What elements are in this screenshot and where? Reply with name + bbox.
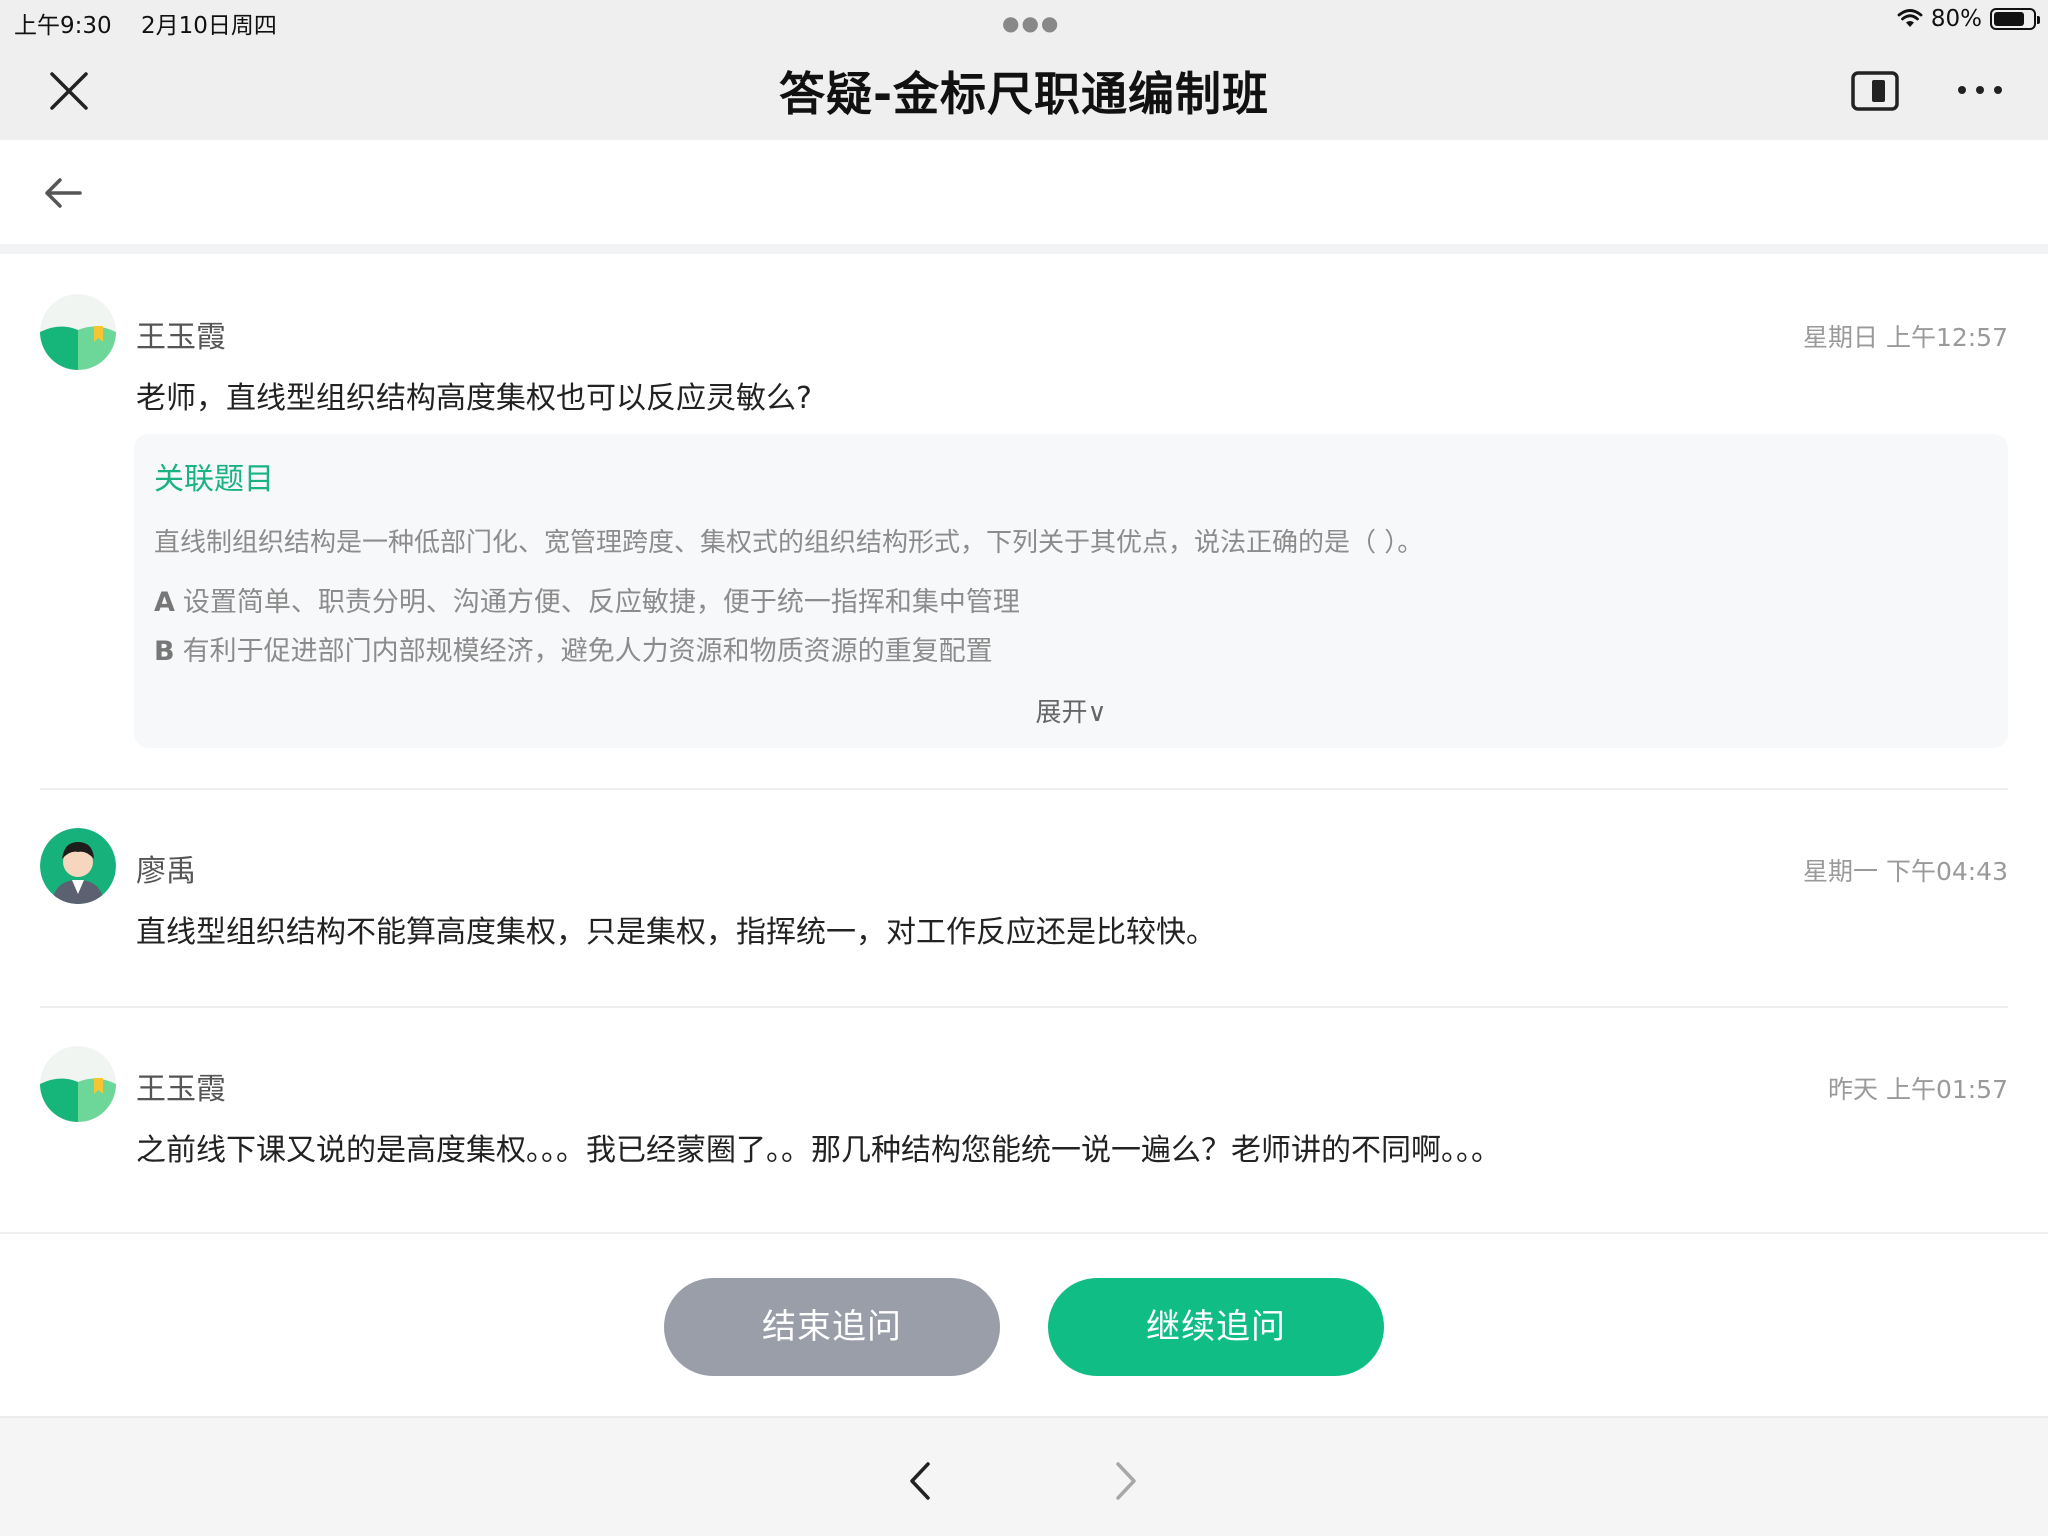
sub-header: [0, 140, 2048, 244]
continue-follow-up-button[interactable]: 继续追问: [1048, 1278, 1384, 1376]
avatar[interactable]: [40, 828, 116, 904]
nav-bar: 答疑-金标尺职通编制班: [0, 40, 2048, 140]
divider: [40, 1006, 2008, 1008]
author-name: 廖禹: [136, 854, 196, 889]
battery-percent: 80%: [1930, 6, 1982, 32]
option-letter: B: [154, 636, 175, 667]
message-time: 昨天 上午01:57: [1828, 1075, 2008, 1104]
chevron-right-icon[interactable]: [1102, 1456, 1146, 1506]
page-title: 答疑-金标尺职通编制班: [778, 67, 1270, 121]
battery-icon: [1990, 8, 2040, 30]
expand-button[interactable]: 展开∨: [134, 692, 2008, 729]
related-title: 关联题目: [154, 462, 274, 497]
more-icon[interactable]: [1952, 68, 2008, 112]
book-avatar-icon: [40, 1046, 116, 1122]
option-a: A 设置简单、职责分明、沟通方便、反应敏捷，便于统一指挥和集中管理: [154, 580, 1020, 619]
option-letter: A: [154, 587, 175, 618]
chevron-left-icon[interactable]: [900, 1456, 944, 1506]
avatar[interactable]: [40, 294, 116, 370]
avatar[interactable]: [40, 1046, 116, 1122]
status-right: 80%: [1897, 6, 2040, 32]
action-bar: 结束追问 继续追问: [0, 1232, 2048, 1416]
teacher-avatar-icon: [40, 828, 116, 904]
status-bar: 上午9:30 2月10日周四 ●●● 80%: [0, 0, 2048, 40]
floating-window-icon[interactable]: [1850, 70, 1900, 112]
section-separator: [0, 244, 2048, 254]
message-text: 老师，直线型组织结构高度集权也可以反应灵敏么?: [136, 381, 812, 416]
divider: [40, 788, 2008, 790]
message-text: 直线型组织结构不能算高度集权，只是集权，指挥统一，对工作反应还是比较快。: [136, 915, 1216, 950]
message-time: 星期日 上午12:57: [1803, 323, 2008, 352]
message-text: 之前线下课又说的是高度集权。。。我已经蒙圈了。。那几种结构您能统一说一遍么？老师…: [136, 1133, 1501, 1168]
related-question-text: 直线制组织结构是一种低部门化、宽管理跨度、集权式的组织结构形式，下列关于其优点，…: [154, 528, 1424, 558]
multitask-dots-icon[interactable]: ●●●: [1002, 11, 1060, 35]
author-name: 王玉霞: [136, 1072, 226, 1107]
option-b: B 有利于促进部门内部规模经济，避免人力资源和物质资源的重复配置: [154, 629, 993, 668]
battery-fill: [1994, 12, 2025, 26]
wifi-icon: [1897, 9, 1923, 27]
related-question-card[interactable]: 关联题目 直线制组织结构是一种低部门化、宽管理跨度、集权式的组织结构形式，下列关…: [134, 434, 2008, 748]
end-follow-up-button[interactable]: 结束追问: [664, 1278, 1000, 1376]
status-left: 上午9:30 2月10日周四: [14, 6, 299, 40]
option-text: 有利于促进部门内部规模经济，避免人力资源和物质资源的重复配置: [182, 636, 993, 667]
option-text: 设置简单、职责分明、沟通方便、反应敏捷，便于统一指挥和集中管理: [182, 587, 1020, 618]
browser-toolbar: [0, 1416, 2048, 1536]
status-date: 2月10日周四: [140, 13, 277, 39]
message-time: 星期一 下午04:43: [1803, 857, 2008, 886]
back-arrow-icon[interactable]: [40, 170, 86, 216]
author-name: 王玉霞: [136, 320, 226, 355]
book-avatar-icon: [40, 294, 116, 370]
status-time: 上午9:30: [14, 13, 112, 39]
